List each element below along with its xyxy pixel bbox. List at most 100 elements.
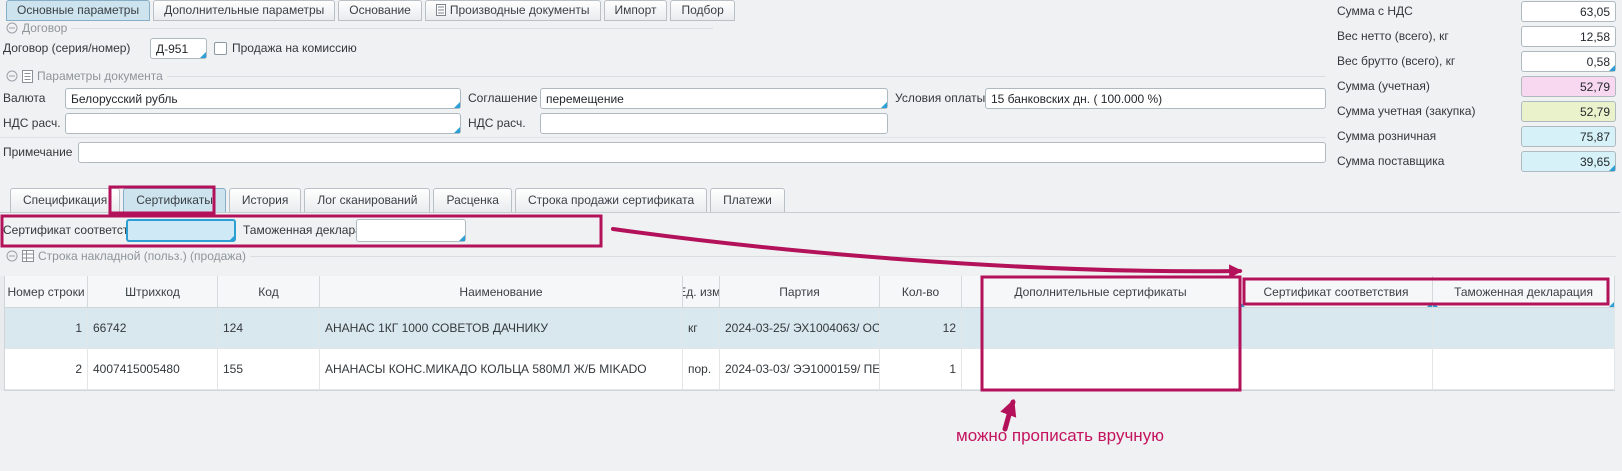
cell-customs-declaration[interactable] [1433,308,1615,348]
total-net-weight-value[interactable] [1521,26,1616,47]
tab-podbor[interactable]: Подбор [670,0,734,21]
tab-label: Лог сканирований [317,193,417,207]
total-sum-vat-label: Сумма с НДС [1337,1,1413,22]
group-title: Строка накладной (польз.) (продажа) [38,249,246,263]
document-icon [22,70,33,83]
cell-name[interactable]: АНАНАС 1КГ 1000 СОВЕТОВ ДАЧНИКУ [320,308,683,348]
vat2-input[interactable] [540,113,888,134]
total-sum-account-value[interactable] [1521,76,1616,97]
tab-stroka-prodazhi-sertifikata[interactable]: Строка продажи сертификата [515,188,707,213]
invoice-lines-grid: Номер строки Штрихкод Код Наименование Е… [5,276,1615,391]
cell-barcode[interactable]: 4007415005480 [88,349,218,389]
tab-label: Дополнительные параметры [164,3,324,17]
collapse-icon[interactable] [6,22,18,34]
col-header-certificate[interactable]: Сертификат соответствия [1240,276,1433,307]
cell-additional-certificates[interactable] [962,349,1240,389]
total-sum-retail-label: Сумма розничная [1337,126,1436,147]
tab-osnovanie[interactable]: Основание [338,0,422,21]
cell-code[interactable]: 124 [218,308,320,348]
agreement-combo [540,88,888,109]
cell-batch[interactable]: 2024-03-03/ ЭЭ1000159/ ПЕТРОК [720,349,880,389]
vat1-combo [65,113,461,134]
vat2-label: НДС расч. [468,113,526,134]
vat1-input[interactable] [65,113,461,134]
cell-line-number[interactable]: 2 [5,349,88,389]
total-sum-supplier-label: Сумма поставщика [1337,151,1444,172]
tab-import[interactable]: Импорт [604,0,668,21]
total-sum-purchase-value[interactable] [1521,101,1616,122]
tab-label: Производные документы [450,3,590,17]
col-header-batch[interactable]: Партия [720,276,880,307]
group-rule [71,28,713,29]
tab-label: Сертификаты [136,193,213,207]
col-header-code[interactable]: Код [218,276,320,307]
cell-certificate[interactable] [1240,308,1433,348]
annotation-arrow-up [1005,402,1013,429]
total-gross-weight-value[interactable] [1521,51,1616,72]
currency-input[interactable] [65,88,461,109]
cell-customs-declaration[interactable] [1433,349,1615,389]
collapse-icon[interactable] [6,70,18,82]
note-label: Примечание [3,142,72,163]
cell-additional-certificates[interactable] [962,308,1240,348]
col-header-qty[interactable]: Кол-во [880,276,962,307]
tab-proizvodnye-dokumenty[interactable]: Производные документы [425,0,601,21]
payment-terms-label: Условия оплаты [895,88,985,109]
group-title: Параметры документа [37,69,163,83]
total-sum-supplier-value[interactable] [1521,151,1616,172]
tab-log-skanirovanij[interactable]: Лог сканирований [304,188,430,213]
certificate-input[interactable] [126,219,236,242]
col-header-barcode[interactable]: Штрихкод [88,276,218,307]
payment-terms-input[interactable] [985,88,1326,109]
contract-number-input[interactable] [150,38,207,59]
col-header-additional-certificates[interactable]: Дополнительные сертификаты [962,276,1240,307]
grid-row-2[interactable]: 2 4007415005480 155 АНАНАСЫ КОНС.МИКАДО … [5,349,1615,390]
cell-line-number[interactable]: 1 [5,308,88,348]
top-tabbar: Основные параметры Дополнительные параме… [6,0,735,21]
cell-unit[interactable]: кг [683,308,720,348]
col-header-line-number[interactable]: Номер строки [5,276,88,307]
cell-qty[interactable]: 1 [880,349,962,389]
tab-sertifikaty[interactable]: Сертификаты [123,188,226,213]
cell-qty[interactable]: 12 [880,308,962,348]
cell-certificate[interactable] [1240,349,1433,389]
total-gross-weight-label: Вес брутто (всего), кг [1337,51,1455,72]
tab-dopolnitelnye-parametry[interactable]: Дополнительные параметры [153,0,335,21]
total-gross-weight [1521,51,1616,72]
tab-rascenka[interactable]: Расценка [433,188,512,213]
total-sum-purchase-label: Сумма учетная (закупка) [1337,101,1475,122]
cell-code[interactable]: 155 [218,349,320,389]
grid-header-row: Номер строки Штрихкод Код Наименование Е… [5,276,1615,308]
vat1-label: НДС расч. [3,113,61,134]
contract-number-combo [150,38,207,59]
divider [0,137,1326,138]
col-header-customs-declaration[interactable]: Таможенная декларация [1433,276,1615,307]
document-icon [436,4,446,16]
group-title: Договор [22,21,67,35]
tab-specifikaciya[interactable]: Спецификация [10,188,120,213]
total-sum-vat-value[interactable] [1521,1,1616,22]
contract-group-header: Договор [6,21,713,35]
tab-osnovnye-parametry[interactable]: Основные параметры [6,0,150,21]
collapse-icon[interactable] [6,250,18,262]
agreement-input[interactable] [540,88,888,109]
annotation-note: можно прописать вручную [956,426,1164,446]
tab-label: Основные параметры [17,3,139,17]
cell-batch[interactable]: 2024-03-25/ ЭХ1004063/ ООО ПЕ [720,308,880,348]
total-sum-retail-value[interactable] [1521,126,1616,147]
cell-barcode[interactable]: 66742 [88,308,218,348]
tab-platezhi[interactable]: Платежи [710,188,785,213]
cell-unit[interactable]: пор. [683,349,720,389]
col-header-unit[interactable]: Ед. изм. [683,276,720,307]
vat2-combo [540,113,888,134]
total-sum-purchase [1521,101,1616,122]
col-header-name[interactable]: Наименование [320,276,683,307]
grid-row-1[interactable]: 1 66742 124 АНАНАС 1КГ 1000 СОВЕТОВ ДАЧН… [5,308,1615,349]
customs-declaration-input[interactable] [356,219,466,242]
commission-checkbox[interactable] [214,42,227,55]
tabbar-divider [0,212,1620,213]
note-input[interactable] [78,142,1326,163]
cell-name[interactable]: АНАНАСЫ КОНС.МИКАДО КОЛЬЦА 580МЛ Ж/Б MIK… [320,349,683,389]
tab-istoriya[interactable]: История [229,188,302,213]
document-window: Основные параметры Дополнительные параме… [0,0,1622,471]
